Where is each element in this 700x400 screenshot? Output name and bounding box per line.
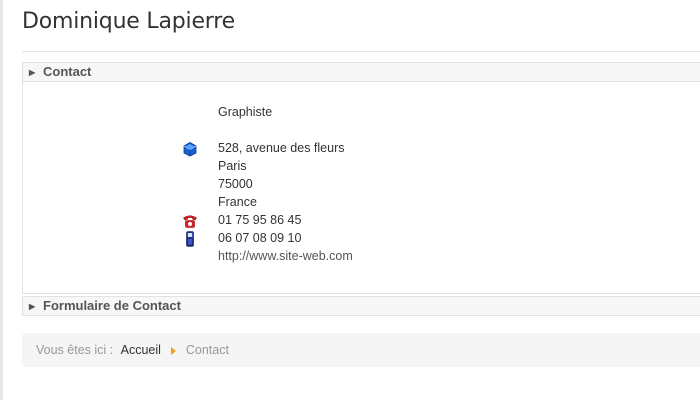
telephone-icon bbox=[182, 213, 198, 229]
title-divider bbox=[22, 51, 700, 52]
breadcrumb: Vous êtes ici : Accueil Contact bbox=[22, 333, 700, 367]
contact-form-panel-toggle[interactable]: ▶ Formulaire de Contact bbox=[22, 296, 700, 316]
expand-triangle-icon: ▶ bbox=[29, 302, 36, 311]
contact-panel-toggle[interactable]: ▶ Contact bbox=[22, 62, 700, 82]
breadcrumb-prefix: Vous êtes ici : bbox=[36, 343, 114, 357]
contact-form-panel-label: Formulaire de Contact bbox=[43, 298, 181, 313]
contact-panel-body bbox=[22, 81, 700, 294]
breadcrumb-home-link[interactable]: Accueil bbox=[121, 343, 161, 357]
caret-right-icon bbox=[171, 334, 177, 368]
mobile-number: 06 07 08 09 10 bbox=[218, 231, 302, 245]
address-icon bbox=[182, 141, 198, 157]
mobile-phone-icon bbox=[184, 231, 200, 247]
address-street: 528, avenue des fleurs bbox=[218, 141, 345, 155]
breadcrumb-current: Contact bbox=[185, 343, 229, 357]
page-title: Dominique Lapierre bbox=[22, 9, 235, 34]
contact-panel-label: Contact bbox=[43, 64, 92, 79]
address-postcode: 75000 bbox=[218, 177, 253, 191]
address-country: France bbox=[218, 195, 257, 209]
address-city: Paris bbox=[218, 159, 247, 173]
expand-triangle-icon: ▶ bbox=[29, 68, 36, 77]
contact-position: Graphiste bbox=[218, 105, 273, 119]
phone-number: 01 75 95 86 45 bbox=[218, 213, 302, 227]
website-link[interactable]: http://www.site-web.com bbox=[218, 247, 353, 265]
left-border bbox=[0, 0, 3, 400]
